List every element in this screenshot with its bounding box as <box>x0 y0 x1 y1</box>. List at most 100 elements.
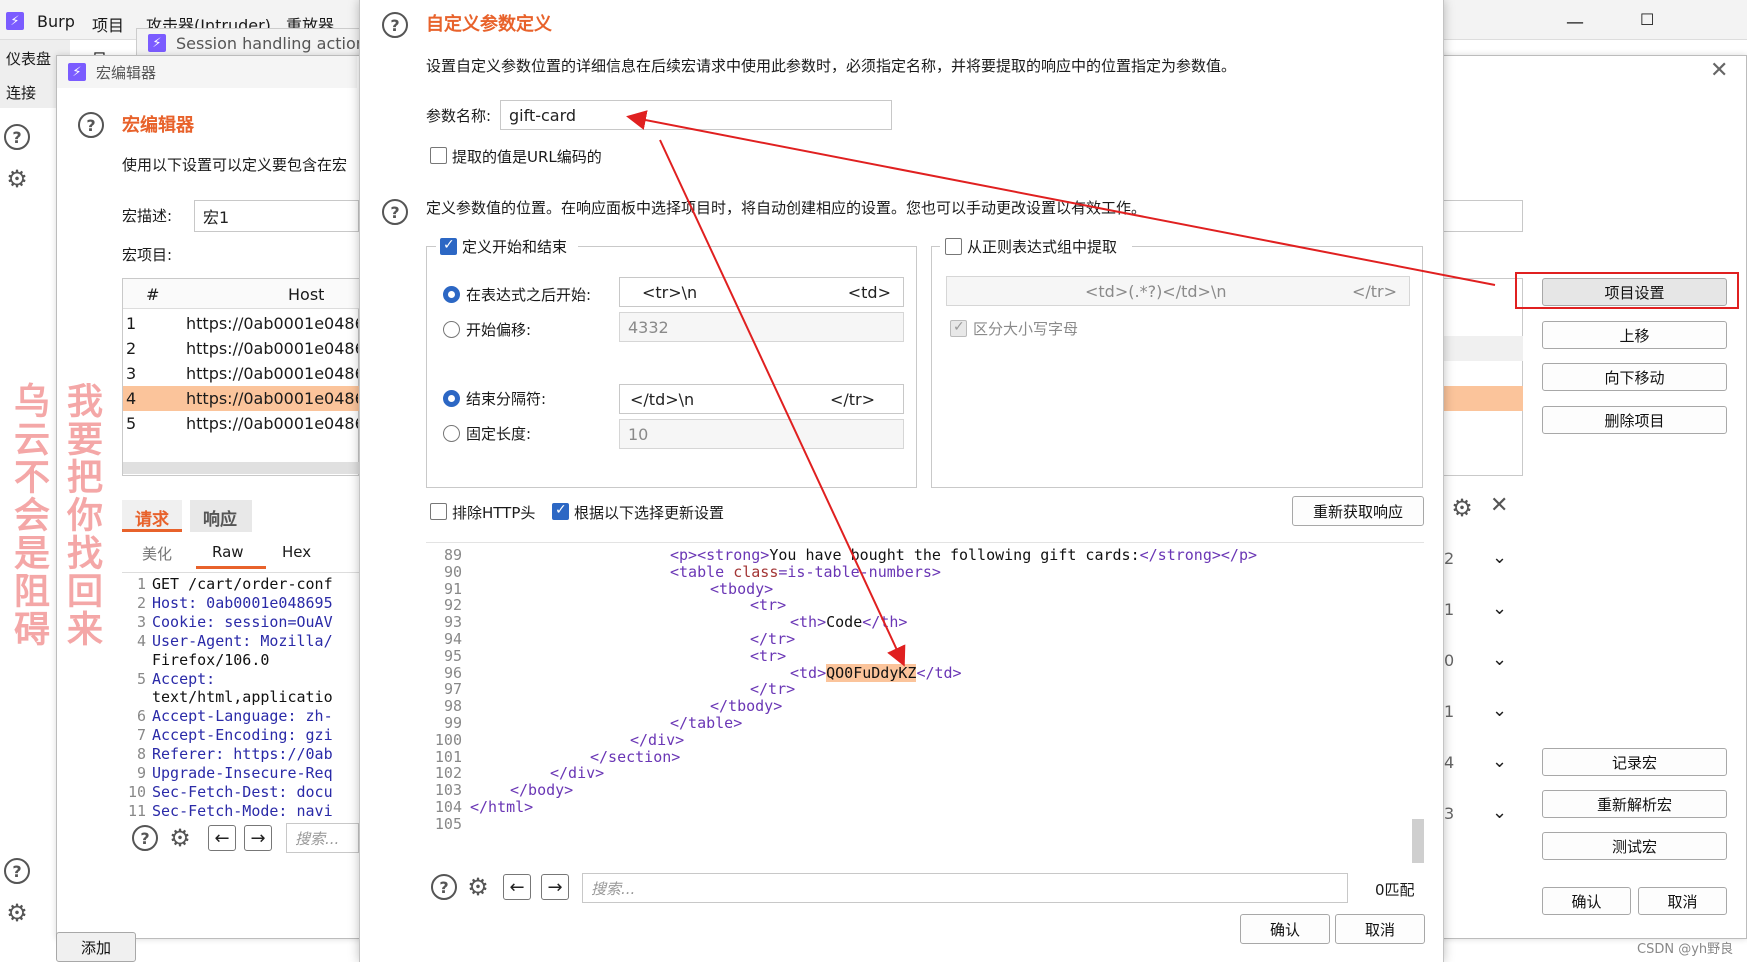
menu-burp[interactable]: Burp <box>37 12 75 31</box>
close-icon[interactable]: ✕ <box>1710 58 1728 83</box>
param-ok-button[interactable]: 确认 <box>1240 914 1330 944</box>
chevron-down-icon[interactable]: ⌄ <box>1492 649 1507 670</box>
response-scrollbar[interactable] <box>1412 819 1424 863</box>
previous-arrow-icon[interactable]: ← <box>208 825 236 851</box>
line-number: 105 <box>434 814 462 833</box>
end-delimiter-value: </td>\n <box>630 389 695 409</box>
regex-extract-checkbox[interactable] <box>945 238 962 255</box>
start-after-radio[interactable] <box>443 286 460 303</box>
line-number: 93 <box>443 613 462 632</box>
table-row[interactable]: https://0ab0001e04869 <box>186 314 358 333</box>
fixed-length-input[interactable]: 10 <box>619 419 904 449</box>
code-token: </html> <box>470 798 534 816</box>
regex-input[interactable]: <td>(.*?)</td>\n </tr> <box>946 276 1410 306</box>
move-down-button[interactable]: 向下移动 <box>1542 363 1727 391</box>
gear-icon[interactable]: ⚙ <box>4 166 30 192</box>
help-icon[interactable]: ? <box>4 858 30 884</box>
chevron-down-icon[interactable]: ⌄ <box>1492 547 1507 568</box>
column-header-num[interactable]: # <box>146 285 159 304</box>
chevron-down-icon[interactable]: ⌄ <box>1492 751 1507 772</box>
subtab-raw[interactable]: Raw <box>212 543 244 561</box>
table-row[interactable]: https://0ab0001e04869 <box>186 414 358 433</box>
add-button[interactable]: 添加 <box>56 932 136 962</box>
macro-ok-button[interactable]: 确认 <box>1542 887 1631 915</box>
table-row[interactable]: 5 <box>126 414 136 433</box>
help-icon[interactable]: ? <box>78 112 104 138</box>
chevron-down-icon[interactable]: ⌄ <box>1492 700 1507 721</box>
request-line: 5 Accept: <box>122 670 215 689</box>
subtab-pretty[interactable]: 美化 <box>142 543 172 564</box>
gear-icon[interactable]: ⚙ <box>1449 495 1475 521</box>
start-after-input[interactable]: <tr>\n <td> <box>619 277 904 307</box>
burp-logo-icon: ⚡ <box>6 12 24 30</box>
table-scrollbar[interactable] <box>123 462 359 474</box>
fixed-length-radio[interactable] <box>443 425 460 442</box>
start-offset-input[interactable]: 4332 <box>619 312 904 342</box>
window-minimize-icon[interactable]: — <box>1566 12 1584 33</box>
code-line: 91 <tbody> <box>426 580 773 598</box>
table-row[interactable]: https://0ab0001e04869 <box>186 389 358 408</box>
burp-logo-icon: ⚡ <box>148 34 166 52</box>
delete-item-button[interactable]: 删除项目 <box>1542 406 1727 434</box>
refetch-response-button[interactable]: 重新获取响应 <box>1292 496 1424 526</box>
macro-cancel-button[interactable]: 取消 <box>1638 887 1727 915</box>
table-row[interactable]: 1 <box>126 314 136 333</box>
end-delimiter-radio[interactable] <box>443 390 460 407</box>
request-editor[interactable]: 1 GET /cart/order-conf 2 Host: 0ab0001e0486… <box>122 572 359 816</box>
window-maximize-icon[interactable]: ☐ <box>1640 10 1654 29</box>
end-delimiter-input[interactable]: </td>\n </tr> <box>619 384 904 414</box>
macro-desc-input-ext[interactable] <box>1443 200 1523 232</box>
macro-desc-input[interactable]: 宏1 <box>194 200 359 232</box>
gift-card-value: QO0FuDdyKZ <box>826 663 917 682</box>
response-search-input[interactable]: 搜索... <box>582 873 1348 903</box>
table-row[interactable]: https://0ab0001e04869 <box>186 339 358 358</box>
subtab-raw-underline <box>196 566 266 569</box>
test-macro-button[interactable]: 测试宏 <box>1542 832 1727 860</box>
help-icon[interactable]: ? <box>4 124 30 150</box>
url-encoded-checkbox[interactable] <box>430 147 447 164</box>
param-cancel-button[interactable]: 取消 <box>1335 914 1425 944</box>
define-start-end-checkbox[interactable] <box>440 237 457 255</box>
help-icon[interactable]: ? <box>382 199 408 225</box>
record-macro-button[interactable]: 记录宏 <box>1542 748 1727 776</box>
start-offset-radio[interactable] <box>443 321 460 338</box>
response-viewer[interactable]: 89 <p><strong>You have bought the followi… <box>426 542 1424 866</box>
table-row[interactable]: 2 <box>126 339 136 358</box>
request-line: text/html,applicatio <box>122 688 333 707</box>
request-line: 1 GET /cart/order-conf <box>122 575 333 594</box>
update-config-checkbox[interactable] <box>552 502 569 520</box>
line-number: 5 <box>136 669 146 688</box>
code-token: </tr> <box>750 680 796 699</box>
help-icon[interactable]: ? <box>431 874 457 900</box>
line-number: 94 <box>443 630 462 648</box>
previous-arrow-icon[interactable]: ← <box>503 874 531 900</box>
request-search-input[interactable]: 搜索... <box>286 823 359 853</box>
help-icon[interactable]: ? <box>382 12 408 38</box>
column-header-host[interactable]: Host <box>288 285 324 304</box>
tab-dashboard[interactable]: 仪表盘 <box>6 48 51 69</box>
gear-icon[interactable]: ⚙ <box>167 825 193 851</box>
burp-logo-icon: ⚡ <box>68 63 86 81</box>
tab-connection[interactable]: 连接 <box>6 82 36 103</box>
item-settings-button[interactable]: 项目设置 <box>1542 278 1727 306</box>
table-row[interactable]: https://0ab0001e04869 <box>186 364 358 383</box>
move-up-button[interactable]: 上移 <box>1542 321 1727 349</box>
param-name-input[interactable]: gift-card <box>500 100 892 130</box>
macro-desc-label: 宏描述: <box>122 207 173 225</box>
next-arrow-icon[interactable]: → <box>541 874 569 900</box>
exclude-http-headers-checkbox[interactable] <box>430 503 447 520</box>
chevron-down-icon[interactable]: ⌄ <box>1492 598 1507 619</box>
reparse-macro-button[interactable]: 重新解析宏 <box>1542 790 1727 818</box>
table-row[interactable]: 4 <box>126 389 136 408</box>
case-sensitive-checkbox[interactable] <box>950 319 967 337</box>
menu-project[interactable]: 项目 <box>92 12 124 36</box>
table-row[interactable]: 3 <box>126 364 136 383</box>
close-icon[interactable]: ✕ <box>1490 493 1508 518</box>
help-icon[interactable]: ? <box>132 825 158 851</box>
chevron-down-icon[interactable]: ⌄ <box>1492 802 1507 823</box>
gear-icon[interactable]: ⚙ <box>465 874 491 900</box>
macro-editor-title: 宏编辑器 <box>96 64 157 82</box>
gear-icon[interactable]: ⚙ <box>4 900 30 926</box>
next-arrow-icon[interactable]: → <box>244 825 272 851</box>
subtab-hex[interactable]: Hex <box>282 543 311 561</box>
